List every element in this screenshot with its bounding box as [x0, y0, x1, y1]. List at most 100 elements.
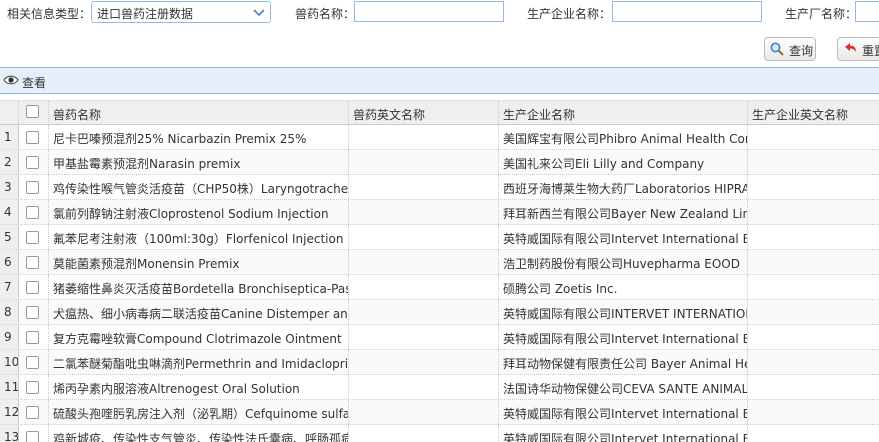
- row-checkbox-cell: [19, 225, 49, 249]
- header-company-en-label: 生产企业英文名称: [752, 108, 849, 122]
- row-checkbox[interactable]: [26, 181, 39, 194]
- table-row[interactable]: 9 复方克霉唑软膏Compound Clotrimazole Ointment 英特…: [0, 325, 879, 350]
- table-row[interactable]: 7 猪萎缩性鼻炎灭活疫苗Bordetella Bronchiseptica-Pas…: [0, 275, 879, 300]
- table-row[interactable]: 8 犬瘟热、细小病毒病二联活疫苗Canine Distemper and Parv…: [0, 300, 879, 325]
- row-checkbox[interactable]: [26, 206, 39, 219]
- cell-company-en: [748, 400, 879, 424]
- cell-company-en: [748, 250, 879, 274]
- cell-company-text: 美国辉宝有限公司Phibro Animal Health Corporation: [503, 132, 747, 146]
- row-checkbox-cell: [19, 425, 49, 442]
- cell-drug-name-text: 犬瘟热、细小病毒病二联活疫苗Canine Distemper and Parvo…: [53, 307, 348, 321]
- row-number-text: 7: [4, 280, 12, 294]
- info-type-value: 进口兽药注册数据: [97, 7, 194, 21]
- factory-input[interactable]: [855, 1, 879, 22]
- header-company-en[interactable]: 生产企业英文名称: [748, 101, 879, 125]
- cell-company: 浩卫制药股份有限公司Huvepharma EOOD: [499, 250, 748, 274]
- cell-company-text: 英特威国际有限公司INTERVET INTERNATIONAL B.V.: [503, 307, 747, 321]
- header-company[interactable]: 生产企业名称: [499, 101, 748, 125]
- table-row[interactable]: 12 硫酸头孢喹肟乳房注入剂（泌乳期）Cefquinome sulfate 英特威国…: [0, 400, 879, 425]
- cell-drug-name: 莫能菌素预混剂Monensin Premix: [49, 250, 349, 274]
- reset-label: 重置: [862, 44, 879, 58]
- company-input[interactable]: [612, 1, 762, 22]
- row-checkbox[interactable]: [26, 306, 39, 319]
- row-checkbox[interactable]: [26, 281, 39, 294]
- row-checkbox[interactable]: [26, 256, 39, 269]
- row-checkbox[interactable]: [26, 231, 39, 244]
- row-checkbox-cell: [19, 175, 49, 199]
- row-checkbox[interactable]: [26, 431, 39, 442]
- header-drug-name-label: 兽药名称: [53, 108, 102, 122]
- cell-company: 拜耳动物保健有限责任公司 Bayer Animal Health GmbH: [499, 350, 748, 374]
- row-checkbox[interactable]: [26, 331, 39, 344]
- row-number: 12: [0, 400, 19, 424]
- table-row[interactable]: 1 尼卡巴嗪预混剂25% Nicarbazin Premix 25% 美国辉宝有限公…: [0, 125, 879, 150]
- cell-drug-name: 尼卡巴嗪预混剂25% Nicarbazin Premix 25%: [49, 125, 349, 149]
- cell-company-en: [748, 425, 879, 442]
- row-number: 5: [0, 225, 19, 249]
- cell-company-en: [748, 350, 879, 374]
- chevron-down-icon[interactable]: [251, 4, 267, 20]
- row-checkbox[interactable]: [26, 381, 39, 394]
- row-number-text: 11: [4, 380, 19, 394]
- table-row[interactable]: 10 二氯苯醚菊酯吡虫啉滴剂Permethrin and Imidacloprid…: [0, 350, 879, 375]
- cell-drug-en-name: [349, 425, 499, 442]
- drug-name-input[interactable]: [354, 1, 504, 22]
- cell-drug-en-name: [349, 225, 499, 249]
- row-checkbox-cell: [19, 275, 49, 299]
- cell-company-text: 美国礼来公司Eli Lilly and Company: [503, 157, 705, 171]
- table-row[interactable]: 13 鸡新城疫、传染性支气管炎、传染性法氏囊病、呼肠孤病毒 英特威国际有限公司Int…: [0, 425, 879, 442]
- row-number: 2: [0, 150, 19, 174]
- cell-company: 拜耳新西兰有限公司Bayer New Zealand Limited: [499, 200, 748, 224]
- cell-company: 英特威国际有限公司Intervet International B.V.: [499, 225, 748, 249]
- cell-company: 法国诗华动物保健公司CEVA SANTE ANIMALE S.A.: [499, 375, 748, 399]
- cell-drug-name: 氯前列醇钠注射液Cloprostenol Sodium Injection: [49, 200, 349, 224]
- row-checkbox[interactable]: [26, 356, 39, 369]
- cell-company-en: [748, 300, 879, 324]
- grid-body: 1 尼卡巴嗪预混剂25% Nicarbazin Premix 25% 美国辉宝有限公…: [0, 125, 879, 442]
- select-all-header: [19, 101, 49, 125]
- row-checkbox[interactable]: [26, 406, 39, 419]
- table-row[interactable]: 4 氯前列醇钠注射液Cloprostenol Sodium Injection 拜耳…: [0, 200, 879, 225]
- cell-drug-en-name: [349, 275, 499, 299]
- cell-company-text: 英特威国际有限公司Intervet International B.V.: [503, 432, 748, 442]
- factory-label: 生产厂名称：: [785, 7, 858, 21]
- cell-company: 西班牙海博莱生物大药厂Laboratorios HIPRA, S.A.: [499, 175, 748, 199]
- row-checkbox-cell: [19, 400, 49, 424]
- select-all-checkbox[interactable]: [26, 105, 39, 118]
- row-checkbox[interactable]: [26, 131, 39, 144]
- row-number-text: 4: [4, 205, 12, 219]
- cell-drug-name: 烯丙孕素内服溶液Altrenogest Oral Solution: [49, 375, 349, 399]
- cell-drug-en-name: [349, 325, 499, 349]
- reset-button[interactable]: 重置: [837, 37, 879, 61]
- table-row[interactable]: 2 甲基盐霉素预混剂Narasin premix 美国礼来公司Eli Lilly a…: [0, 150, 879, 175]
- eye-icon: [3, 75, 19, 85]
- cell-drug-name-text: 鸡新城疫、传染性支气管炎、传染性法氏囊病、呼肠孤病毒: [53, 432, 349, 442]
- table-row[interactable]: 3 鸡传染性喉气管炎活疫苗（CHP50株）Laryngotracheitis 西班牙…: [0, 175, 879, 200]
- cell-company-text: 拜耳动物保健有限责任公司 Bayer Animal Health GmbH: [503, 357, 747, 371]
- row-number: 13: [0, 425, 19, 442]
- header-drug-en-name[interactable]: 兽药英文名称: [349, 101, 499, 125]
- table-row[interactable]: 6 莫能菌素预混剂Monensin Premix 浩卫制药股份有限公司Huvepha…: [0, 250, 879, 275]
- cell-drug-name: 鸡新城疫、传染性支气管炎、传染性法氏囊病、呼肠孤病毒: [49, 425, 349, 442]
- view-button[interactable]: 查看: [22, 74, 46, 91]
- cell-drug-en-name: [349, 350, 499, 374]
- row-checkbox-cell: [19, 350, 49, 374]
- table-row[interactable]: 5 氟苯尼考注射液（100ml:30g）Florfenicol Injection…: [0, 225, 879, 250]
- info-type-select[interactable]: 进口兽药注册数据: [91, 1, 271, 23]
- cell-company-text: 拜耳新西兰有限公司Bayer New Zealand Limited: [503, 207, 747, 221]
- cell-drug-name-text: 二氯苯醚菊酯吡虫啉滴剂Permethrin and Imidacloprid S…: [53, 357, 349, 371]
- cell-company: 英特威国际有限公司Intervet International B.V.: [499, 325, 748, 349]
- row-number: 7: [0, 275, 19, 299]
- header-drug-name[interactable]: 兽药名称: [49, 101, 349, 125]
- cell-company-text: 硕腾公司 Zoetis Inc.: [503, 282, 618, 296]
- query-button[interactable]: 查询: [764, 37, 816, 61]
- row-checkbox[interactable]: [26, 156, 39, 169]
- row-checkbox-cell: [19, 375, 49, 399]
- cell-company-en: [748, 125, 879, 149]
- query-label: 查询: [789, 44, 814, 58]
- cell-drug-name-text: 鸡传染性喉气管炎活疫苗（CHP50株）Laryngotracheitis: [53, 182, 349, 196]
- cell-company: 美国礼来公司Eli Lilly and Company: [499, 150, 748, 174]
- cell-company: 英特威国际有限公司Intervet International B.V.: [499, 425, 748, 442]
- row-checkbox-cell: [19, 125, 49, 149]
- table-row[interactable]: 11 烯丙孕素内服溶液Altrenogest Oral Solution 法国诗华动…: [0, 375, 879, 400]
